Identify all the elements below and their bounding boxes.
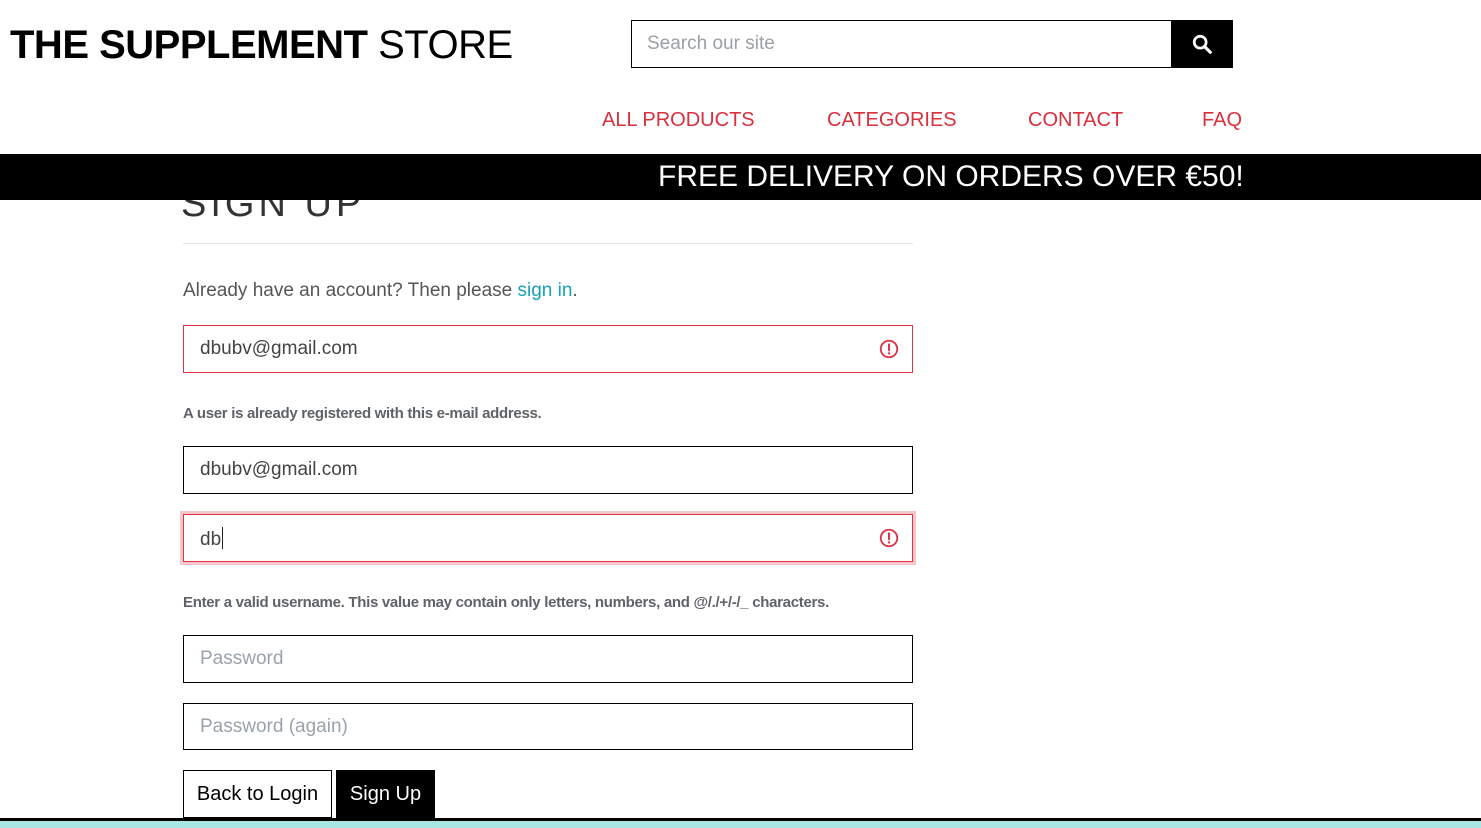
search-button[interactable] bbox=[1171, 20, 1233, 68]
sign-up-button[interactable]: Sign Up bbox=[336, 770, 435, 818]
nav-contact[interactable]: CONTACT bbox=[1028, 108, 1123, 132]
text-caret bbox=[222, 527, 224, 549]
site-logo[interactable]: THE SUPPLEMENT STORE bbox=[10, 22, 513, 68]
logo-light-text: STORE bbox=[378, 23, 513, 67]
banner-text: FREE DELIVERY ON ORDERS OVER €50! bbox=[658, 160, 1244, 193]
password-again-placeholder: Password (again) bbox=[200, 716, 348, 737]
footer-teal-bar bbox=[0, 821, 1481, 828]
username-value: db bbox=[200, 529, 222, 550]
email-value: dbubv@gmail.com bbox=[200, 338, 358, 359]
username-value-wrap: db bbox=[200, 527, 224, 551]
title-divider bbox=[183, 243, 913, 244]
email-error-message: A user is already registered with this e… bbox=[183, 405, 542, 422]
logo-bold-text: THE SUPPLEMENT bbox=[10, 23, 368, 67]
signin-prompt: Already have an account? Then please sig… bbox=[183, 280, 578, 302]
search-icon bbox=[1192, 34, 1212, 54]
username-field[interactable]: db bbox=[183, 514, 913, 562]
back-to-login-button[interactable]: Back to Login bbox=[183, 770, 332, 818]
email-confirm-value: dbubv@gmail.com bbox=[200, 459, 358, 480]
signin-prompt-text: Already have an account? Then please bbox=[183, 280, 518, 301]
footer-edge bbox=[0, 818, 1481, 828]
sign-in-link[interactable]: sign in bbox=[518, 280, 573, 301]
alert-circle-icon bbox=[879, 339, 899, 359]
site-search bbox=[631, 20, 1233, 68]
nav-categories[interactable]: CATEGORIES bbox=[827, 108, 957, 132]
nav-faq[interactable]: FAQ bbox=[1202, 108, 1242, 132]
password-again-field[interactable]: Password (again) bbox=[183, 703, 913, 750]
nav-all-products[interactable]: ALL PRODUCTS bbox=[602, 108, 755, 132]
username-error-message: Enter a valid username. This value may c… bbox=[183, 594, 829, 611]
email-confirm-field[interactable]: dbubv@gmail.com bbox=[183, 446, 913, 494]
alert-circle-icon bbox=[879, 528, 899, 548]
signin-prompt-end: . bbox=[572, 280, 578, 301]
password-field[interactable]: Password bbox=[183, 635, 913, 683]
delivery-banner: FREE DELIVERY ON ORDERS OVER €50! bbox=[0, 154, 1481, 200]
email-field[interactable]: dbubv@gmail.com bbox=[183, 325, 913, 373]
search-input[interactable] bbox=[631, 20, 1172, 68]
password-placeholder: Password bbox=[200, 648, 284, 669]
